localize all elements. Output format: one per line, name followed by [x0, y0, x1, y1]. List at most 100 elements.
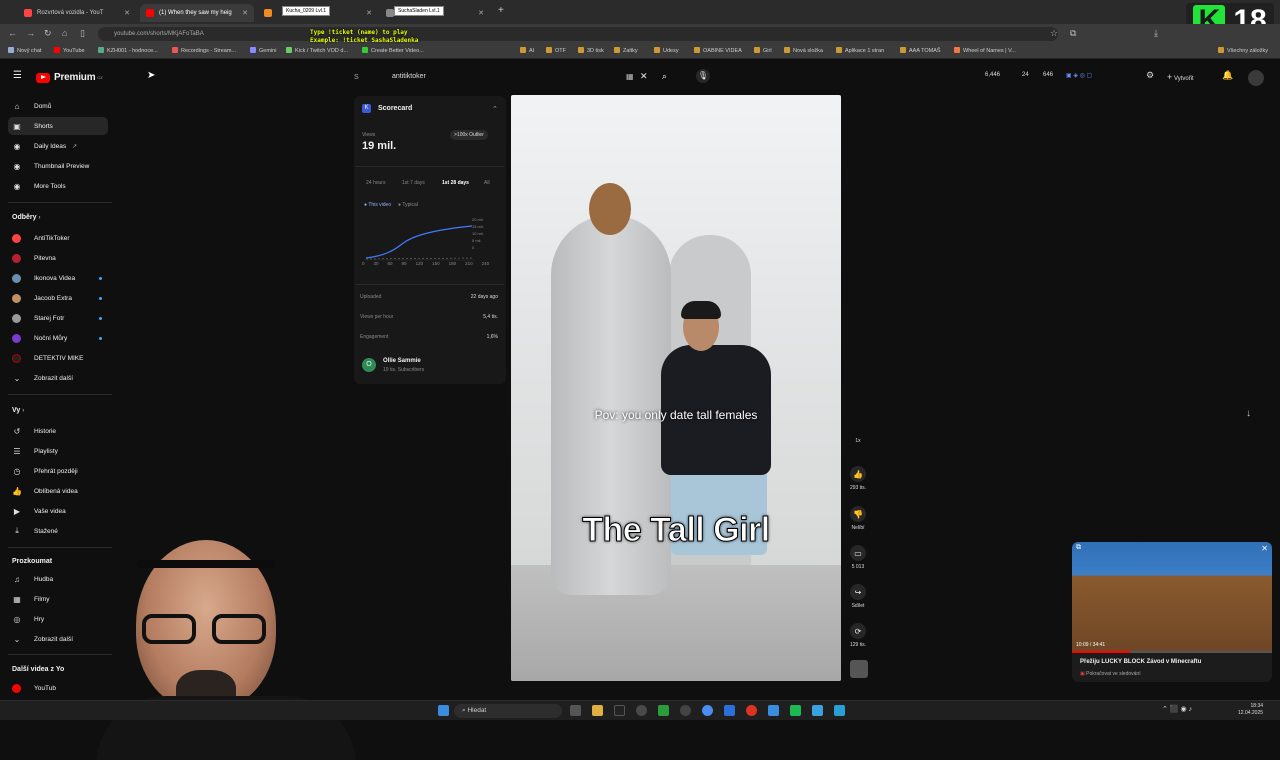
like-button[interactable]: 👍 293 tis. [846, 466, 870, 491]
forward-icon[interactable]: → [26, 28, 35, 38]
app-icon[interactable] [680, 705, 691, 716]
bookmark-item[interactable]: Aplikace 1 stran [836, 47, 884, 54]
media-icon[interactable] [790, 705, 801, 716]
expand-icon[interactable]: ⧉ [1076, 544, 1081, 552]
close-tab-icon[interactable]: ✕ [366, 9, 372, 17]
obs-icon[interactable] [636, 705, 647, 716]
bookmark-item[interactable]: Zaltky [614, 47, 638, 54]
sidebar-item-youtube[interactable]: YouTub [8, 679, 108, 697]
search-input[interactable]: antitiktoker [392, 73, 426, 80]
browser-tab[interactable]: Kucha_0209 Lvl.1 ✕ [258, 4, 378, 22]
task-view-icon[interactable] [570, 705, 581, 716]
bookmark-item[interactable]: Nová složka [784, 47, 823, 54]
next-short-arrow-icon[interactable]: ↓ [1246, 408, 1251, 419]
bookmark-item[interactable]: Nový chat [8, 47, 41, 54]
speed-control[interactable]: 1x [846, 438, 870, 444]
sidebar-item-music[interactable]: ♫ Hudba [8, 570, 108, 588]
sidebar-item-thumbnail-preview[interactable]: ◉ Thumbnail Preview [8, 157, 108, 175]
bookmark-item[interactable]: Girl [754, 47, 772, 54]
app-icon[interactable] [768, 705, 779, 716]
microphone-icon[interactable]: 🎙 [696, 69, 710, 83]
range-tab-24h[interactable]: 24 hours [366, 180, 385, 186]
file-explorer-icon[interactable] [592, 705, 603, 716]
bookmark-item[interactable]: AI [520, 47, 534, 54]
sidebar-item-watch-later[interactable]: ◷ Přehrát později [8, 462, 108, 480]
sidebar-item-daily-ideas[interactable]: ◉ Daily Ideas ↗ [8, 137, 108, 155]
sidebar-icon[interactable]: ▯ [80, 28, 85, 39]
clear-search-icon[interactable]: ✕ [640, 71, 648, 82]
range-tab-28d[interactable]: 1st 28 days [442, 180, 469, 186]
collapse-icon[interactable]: ⌃ [492, 105, 498, 113]
app-icon[interactable] [812, 705, 823, 716]
miniplayer[interactable]: ⧉ ✕ 10:09 / 34:41 Přežiju LUCKY BLOCK Zá… [1072, 542, 1272, 682]
opera-icon[interactable] [746, 705, 757, 716]
browser-tab-active[interactable]: (1) When they saw my heig ✕ [140, 4, 254, 22]
download-icon[interactable]: ⤓ [1154, 28, 1158, 39]
bookmark-item[interactable]: YouTube [54, 47, 85, 54]
create-button[interactable]: + Vytvořit [1167, 72, 1194, 82]
clock[interactable]: 18:34 12.04.2025 [1238, 703, 1263, 717]
miniplayer-progress[interactable] [1072, 651, 1272, 653]
sidebar-item-movies[interactable]: ▦ Filmy [8, 590, 108, 608]
you-header[interactable]: Vy › [12, 407, 24, 414]
xbox-icon[interactable] [658, 705, 669, 716]
subscription-item[interactable]: Noční Můry [8, 329, 108, 347]
subscription-item[interactable]: AntiTikToker [8, 229, 108, 247]
star-icon[interactable]: ☆ [1050, 28, 1058, 39]
sound-thumbnail[interactable] [850, 660, 868, 678]
sidebar-item-home[interactable]: ⌂ Domů [8, 97, 108, 115]
short-video-player[interactable]: Pov: you only date tall females The Tall… [511, 95, 841, 681]
search-box[interactable]: antitiktoker ▦ ✕ ⌕ [372, 68, 682, 84]
close-tab-icon[interactable]: ✕ [478, 9, 484, 17]
sidebar-item-playlists[interactable]: ☰ Playlisty [8, 442, 108, 460]
sidebar-item-your-videos[interactable]: ▶ Vaše videa [8, 502, 108, 520]
bookmark-item[interactable]: KZH001 - hodnoce... [98, 47, 158, 54]
bookmark-item[interactable]: OTF [546, 47, 566, 54]
bookmark-item[interactable]: Recordings - Stream... [172, 47, 236, 54]
taskbar-search[interactable]: ⌕ Hledat [454, 704, 562, 718]
close-miniplayer-icon[interactable]: ✕ [1261, 544, 1268, 553]
new-tab-icon[interactable]: + [498, 5, 504, 16]
start-icon[interactable] [438, 705, 449, 716]
extension-toolbar-icon[interactable]: ▣ ◈ ◎ ▢ [1066, 72, 1092, 79]
bookmark-item[interactable]: OABINE VIDEA [694, 47, 742, 54]
back-icon[interactable]: ← [8, 28, 17, 38]
subscription-item[interactable]: Jacoob Extra [8, 289, 108, 307]
url-field[interactable]: youtube.com/shorts/MKjAFoTaBA [98, 27, 1058, 41]
range-tab-7d[interactable]: 1st 7 days [402, 180, 425, 186]
telegram-icon[interactable] [834, 705, 845, 716]
subscription-item[interactable]: Ikonova Videa [8, 269, 108, 287]
browser-tab[interactable]: Rozvrtová vozidla - YouT ✕ [18, 4, 136, 22]
sidebar-item-shorts[interactable]: ▣ Shorts [8, 117, 108, 135]
sidebar-item-more-tools[interactable]: ◉ More Tools [8, 177, 108, 195]
share-button[interactable]: ↪ Sdílet [846, 584, 870, 609]
youtube-logo[interactable]: Premium CZ [36, 72, 103, 83]
comments-button[interactable]: ▭ 5 013 [846, 545, 870, 570]
remix-button[interactable]: ⟳ 129 tis. [846, 623, 870, 648]
show-more-subscriptions[interactable]: ⌄ Zobrazit další [8, 369, 108, 387]
notifications-icon[interactable]: 🔔 [1222, 70, 1233, 81]
bookmark-item[interactable]: Udesy [654, 47, 679, 54]
browser-tab[interactable]: SuchaSladen Lvl.1 ✕ [380, 4, 490, 22]
keyboard-icon[interactable]: ▦ [626, 72, 634, 81]
bookmark-item[interactable]: 3D tisk [578, 47, 604, 54]
search-icon[interactable]: ⌕ [662, 71, 667, 82]
subscription-item[interactable]: DETEKTIV MIKE [8, 349, 108, 367]
dislike-button[interactable]: 👎 Nelíbí [846, 506, 870, 531]
sidebar-item-games[interactable]: ◎ Hry [8, 610, 108, 628]
range-tab-all[interactable]: All [484, 180, 490, 186]
show-more-explore[interactable]: ⌄ Zobrazit další [8, 630, 108, 648]
chrome-icon[interactable] [702, 705, 713, 716]
extension-icon[interactable]: ⧉ [1070, 28, 1076, 39]
subscription-item[interactable]: Pitevna [8, 249, 108, 267]
studio-icon[interactable]: ⚙ [1146, 70, 1154, 81]
close-tab-icon[interactable]: ✕ [124, 9, 130, 17]
bookmark-item[interactable]: Wheel of Names | V... [954, 47, 1016, 54]
app-icon[interactable] [724, 705, 735, 716]
bookmark-item[interactable]: Kick / Twitch VOD d... [286, 47, 348, 54]
subscriptions-header[interactable]: Odběry › [12, 214, 40, 221]
channel-avatar[interactable]: O [362, 358, 376, 372]
avatar[interactable] [1248, 70, 1264, 86]
channel-name[interactable]: Ollie Sammie [383, 358, 421, 364]
sidebar-item-liked[interactable]: 👍 Oblíbená videa [8, 482, 108, 500]
